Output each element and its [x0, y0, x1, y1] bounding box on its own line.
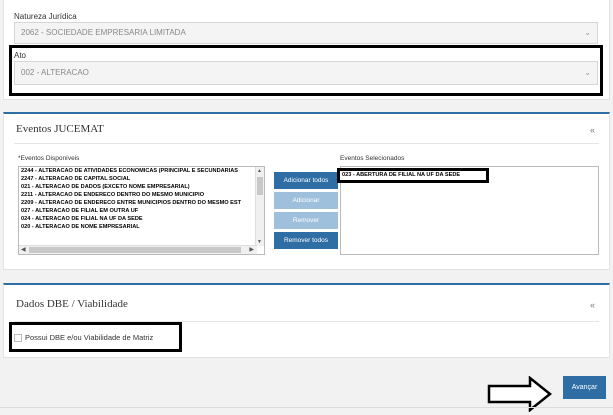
list-item[interactable]: 2209 - ALTERACAO DE ENDERECO ENTRE MUNIC… — [19, 199, 259, 207]
natureza-select[interactable]: 2062 - SOCIEDADE EMPRESARIA LIMITADA ⌄ — [14, 22, 598, 44]
chevron-down-icon: ⌄ — [584, 28, 591, 37]
list-item[interactable]: 2247 - ALTERACAO DE CAPITAL SOCIAL — [19, 175, 259, 183]
eventos-title: Eventos JUCEMAT — [16, 123, 104, 135]
eventos-disponiveis-label: *Eventos Disponíveis — [18, 155, 80, 162]
list-item[interactable]: 027 - ALTERACAO DE FILIAL EM OUTRA UF — [19, 207, 259, 215]
list-item[interactable]: 2211 - ALTERACAO DE ENDERECO DENTRO DO M… — [19, 191, 259, 199]
highlight-box-dbe — [9, 322, 182, 352]
natureza-value: 2062 - SOCIEDADE EMPRESARIA LIMITADA — [21, 28, 186, 37]
scroll-up-icon[interactable]: ▲ — [257, 168, 262, 174]
list-item[interactable]: 024 - ALTERACAO DE FILIAL NA UF DA SEDE — [19, 215, 259, 223]
natureza-label: Natureza Jurídica — [14, 12, 77, 21]
scroll-thumb[interactable] — [29, 247, 241, 253]
selected-list-item[interactable]: 023 - ABERTURA DE FILIAL NA UF DA SEDE — [337, 168, 489, 183]
highlight-box-ato — [9, 45, 603, 96]
horizontal-scrollbar[interactable]: ◀ ▶ — [19, 245, 257, 254]
dbe-title: Dados DBE / Viabilidade — [16, 298, 128, 310]
list-item[interactable]: 020 - ALTERACAO DE NOME EMPRESARIAL — [19, 223, 259, 231]
eventos-disponiveis-list[interactable]: 2244 - ALTERACAO DE ATIVIDADES ECONOMICA… — [18, 166, 265, 255]
scroll-down-icon[interactable]: ▼ — [257, 239, 262, 245]
list-item[interactable]: 2244 - ALTERACAO DE ATIVIDADES ECONOMICA… — [19, 167, 259, 175]
divider — [0, 407, 613, 408]
scroll-right-icon[interactable]: ▶ — [249, 246, 254, 254]
adicionar-todos-button[interactable]: Adicionar todos — [274, 172, 338, 189]
remover-button[interactable]: Remover — [274, 212, 338, 229]
avancar-button[interactable]: Avançar — [563, 376, 606, 399]
eventos-selecionados-label: Eventos Selecionados — [340, 155, 405, 162]
scroll-left-icon[interactable]: ◀ — [21, 246, 26, 254]
list-item[interactable]: 021 - ALTERACAO DE DADOS (EXCETO NOME EM… — [19, 183, 259, 191]
divider — [14, 143, 599, 144]
scroll-thumb[interactable] — [257, 177, 263, 195]
collapse-icon[interactable]: « — [590, 300, 595, 310]
eventos-panel: Eventos JUCEMAT « *Eventos Disponíveis E… — [3, 112, 610, 270]
remover-todos-button[interactable]: Remover todos — [274, 232, 338, 249]
vertical-scrollbar[interactable]: ▲ ▼ — [255, 167, 264, 246]
collapse-icon[interactable]: « — [590, 125, 595, 135]
adicionar-button[interactable]: Adicionar — [274, 192, 338, 209]
